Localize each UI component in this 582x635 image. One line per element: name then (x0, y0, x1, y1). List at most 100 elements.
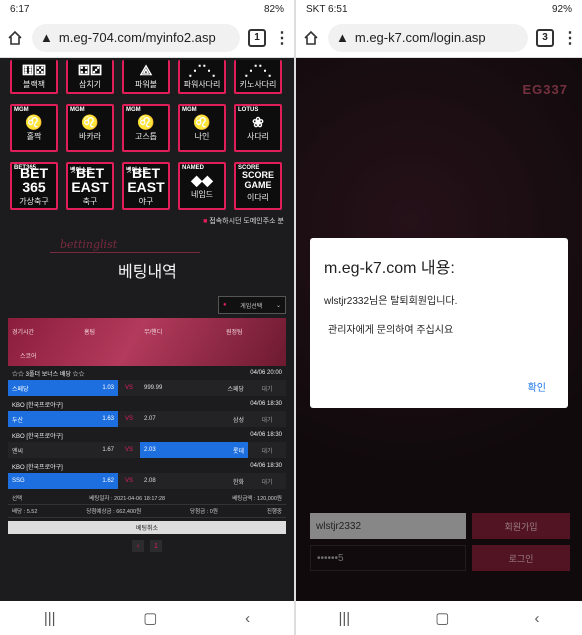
tower-icon: ⟁ (139, 61, 153, 78)
menu-icon[interactable]: ⋮ (274, 28, 290, 48)
android-nav-bar: ||| ▢ ‹ (0, 601, 294, 635)
game-tile-holjjak[interactable]: MGM ♌ 홀짝 (10, 104, 58, 152)
url-text: m.eg-704.com/myinfo2.asp (58, 30, 216, 45)
status-bar: SKT 6:51 92% (296, 0, 582, 18)
dialog-message-contact: 관리자에게 문의하여 주십시요 (328, 325, 454, 336)
vs-label: VS (124, 385, 133, 391)
dialog-title: m.eg-k7.com 내용: (324, 260, 455, 277)
vs-label: VS (124, 447, 133, 453)
league-title: KBO [한국프로야구] 04/06 18:30 (12, 432, 282, 440)
home-icon[interactable] (302, 29, 320, 47)
game-grid-top: ⚅⚄ 블랙잭 ⚃⚂ 삼치기 ⟁ 파워볼 ⋰⋱ 파워사다리 ⋰⋱ 키노사다리 (0, 58, 294, 94)
bet-list: ☆☆ 3폴더 보너스 배당 ☆☆ 04/06 20:00 스페당 1.03 VS 999.… (0, 366, 294, 489)
lion-icon: ♌ (25, 113, 43, 130)
game-grid-sports: BET365 BET 365 가상축구 벳이스트 BET EAST 축구 벳이스트 BET… (0, 160, 294, 210)
status-badge: 대기 (261, 417, 273, 424)
lion-icon: ♌ (137, 113, 155, 130)
browser-toolbar: ▲ m.eg-k7.com/login.asp 3 ⋮ (296, 18, 582, 58)
battery-level: 92% (551, 3, 572, 15)
back-icon[interactable]: ‹ (534, 610, 539, 627)
warning-icon: ▲ (336, 30, 349, 45)
game-tile-soccer[interactable]: 벳이스트 BET EAST 축구 (66, 162, 114, 210)
betting-script-label: bettinglist (60, 238, 118, 251)
status-badge: 대기 (261, 479, 273, 486)
game-select-dropdown[interactable]: ● 게임선택 ⌄ (218, 296, 286, 314)
left-screen: 6:17 82% ▲ m.eg-704.com/myinfo2.asp 1 ⋮ … (0, 0, 294, 635)
menu-icon[interactable]: ⋮ (562, 28, 578, 48)
recents-icon[interactable]: ||| (44, 610, 56, 627)
home-pick[interactable]: SSG 1.62 (8, 473, 118, 489)
browser-toolbar: ▲ m.eg-704.com/myinfo2.asp 1 ⋮ (0, 18, 294, 58)
home-icon[interactable] (6, 29, 24, 47)
bet-group: KBO [한국프로야구] 04/06 18:30 SSG 1.62 VS 2.08 한화 대기 (8, 459, 286, 489)
status-time: 6:17 (10, 3, 30, 15)
page-title: 베팅내역 (118, 264, 177, 281)
tab-switcher-button[interactable]: 1 (248, 28, 266, 47)
bet-group: KBO [한국프로야구] 04/06 18:30 두산 1.63 VS 2.07 삼성 대기 (8, 397, 286, 427)
game-tile-score-game[interactable]: SCORE SCORE GAME 이다리 (234, 162, 282, 210)
dice-icon: ⚃⚂ (77, 61, 103, 78)
game-tile-baccarat[interactable]: MGM ♌ 바카라 (66, 104, 114, 152)
betting-header: bettinglist 베팅내역 (0, 226, 294, 296)
game-tile-powerball[interactable]: ⟁ 파워볼 (122, 60, 170, 94)
home-pick[interactable]: 엔씨 1.67 (8, 442, 118, 458)
game-tile-gostop[interactable]: MGM ♌ 고스톱 (122, 104, 170, 152)
home-pick[interactable]: 두산 1.63 (8, 411, 118, 427)
prev-page-button[interactable]: ‹ (132, 540, 144, 552)
named-icon: ◆◆ (191, 171, 213, 188)
table-row: SSG 1.62 VS 2.08 한화 대기 (8, 473, 286, 489)
game-tile-power-ladder[interactable]: ⋰⋱ 파워사다리 (178, 60, 226, 94)
game-tile-samchigi[interactable]: ⚃⚂ 삼치기 (66, 60, 114, 94)
address-bar[interactable]: ▲ m.eg-704.com/myinfo2.asp (32, 23, 240, 52)
url-text: m.eg-k7.com/login.asp (354, 30, 486, 45)
alert-dialog: m.eg-k7.com 내용: wlstjr2332님은 탈퇴회원입니다. 관리… (310, 238, 568, 408)
game-grid-mgm: MGM ♌ 홀짝 MGM ♌ 바카라 MGM ♌ 고스톱 MGM ♌ 나인 LOTUS ❀ 사다리 (0, 102, 294, 152)
bet-summary: 선택 베팅일자 : 2021-04-06 18:17:28 베팅금액 : 120… (8, 492, 286, 518)
status-badge: 대기 (261, 386, 273, 393)
game-tile-lotus-ladder[interactable]: LOTUS ❀ 사다리 (234, 104, 282, 152)
dialog-message: wlstjr2332님은 탈퇴회원입니다. (324, 296, 458, 307)
header-divider (50, 252, 200, 253)
battery-level: 82% (263, 3, 284, 15)
table-row: 엔씨 1.67 VS 2.03 롯데 대기 (8, 442, 286, 458)
android-nav-bar: ||| ▢ ‹ (296, 601, 582, 635)
league-title: KBO [한국프로야구] 04/06 18:30 (12, 463, 282, 471)
game-tile-keno-ladder[interactable]: ⋰⋱ 키노사다리 (234, 60, 282, 94)
home-pick[interactable]: 스페당 1.03 (8, 380, 118, 396)
away-pick[interactable]: 2.07 삼성 (140, 411, 248, 427)
ladder-icon: ⋰⋱ (244, 61, 272, 78)
bet-group: ☆☆ 3폴더 보너스 배당 ☆☆ 04/06 20:00 스페당 1.03 VS 999.… (8, 366, 286, 396)
page-1-button[interactable]: 1 (150, 540, 162, 552)
back-icon[interactable]: ‹ (245, 610, 250, 627)
table-row: 두산 1.63 VS 2.07 삼성 대기 (8, 411, 286, 427)
home-nav-icon[interactable]: ▢ (435, 609, 449, 627)
home-nav-icon[interactable]: ▢ (143, 609, 157, 627)
address-bar[interactable]: ▲ m.eg-k7.com/login.asp (328, 23, 528, 52)
away-pick[interactable]: 2.03 롯데 (140, 442, 248, 458)
game-tile-nine[interactable]: MGM ♌ 나인 (178, 104, 226, 152)
lion-icon: ♌ (193, 113, 211, 130)
cancel-bet-button[interactable]: 베팅취소 (8, 521, 286, 534)
away-pick[interactable]: 999.99 스페당 (140, 380, 248, 396)
game-tile-baseball[interactable]: 벳이스트 BET EAST 야구 (122, 162, 170, 210)
table-header: 경기시간 홈팀 무/핸디 원정팀 스코어 (8, 318, 286, 366)
bet-group: KBO [한국프로야구] 04/06 18:30 엔씨 1.67 VS 2.03 롯데 대기 (8, 428, 286, 458)
away-pick[interactable]: 2.08 한화 (140, 473, 248, 489)
ok-button[interactable]: 확인 (528, 379, 546, 394)
vs-label: VS (124, 478, 133, 484)
game-tile-named[interactable]: NAMED ◆◆ 네임드 (178, 162, 226, 210)
tab-switcher-button[interactable]: 3 (536, 28, 554, 47)
vs-label: VS (124, 416, 133, 422)
status-badge: 대기 (261, 448, 273, 455)
dice-icon: ⚅⚄ (21, 61, 47, 78)
game-tile-virtual-soccer[interactable]: BET365 BET 365 가상축구 (10, 162, 58, 210)
status-badge: 진행중 (266, 509, 282, 515)
warning-icon: ▲ (40, 30, 53, 45)
league-title: KBO [한국프로야구] 04/06 18:30 (12, 401, 282, 409)
lotus-icon: ❀ (252, 113, 264, 130)
game-tile-blackjack[interactable]: ⚅⚄ 블랙잭 (10, 60, 58, 94)
right-screen: SKT 6:51 92% ▲ m.eg-k7.com/login.asp 3 ⋮… (296, 0, 582, 635)
league-title: ☆☆ 3폴더 보너스 배당 ☆☆ 04/06 20:00 (12, 370, 282, 378)
recents-icon[interactable]: ||| (339, 610, 351, 627)
select-checkbox[interactable]: 선택 (12, 494, 22, 502)
